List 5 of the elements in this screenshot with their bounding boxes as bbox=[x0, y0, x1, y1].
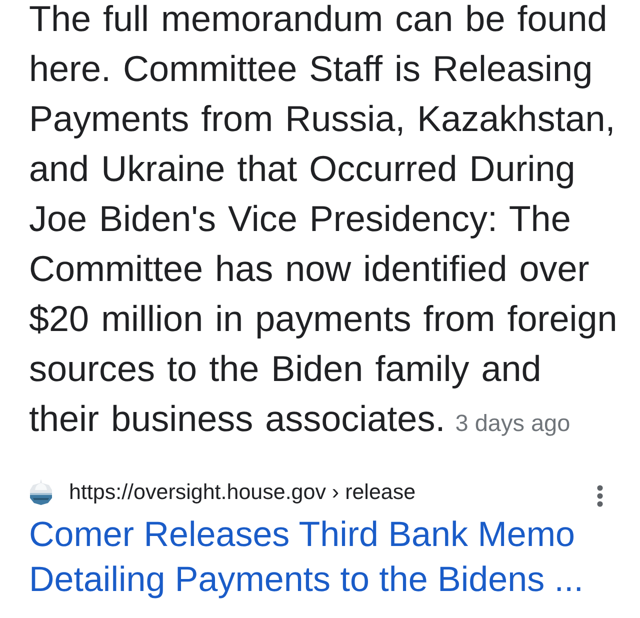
result-title-link[interactable]: Comer Releases Third Bank Memo Detailing Payments to the Bidens ... bbox=[29, 512, 619, 602]
snippet-text: The full memorandum can be found here. Committee Staff is Releasing Payments from Russia, Kazakhstan, and Ukraine that Occurred During Joe Biden's Vice Presidency: The Committee has now identified over $20 million in payments from foreign sources to the Biden family and their business associates. 3 days ago bbox=[29, 0, 618, 441]
dome-badge-icon bbox=[29, 478, 53, 506]
result-url[interactable]: https://oversight.house.gov › release bbox=[69, 480, 416, 504]
more-options-icon[interactable] bbox=[597, 485, 603, 507]
